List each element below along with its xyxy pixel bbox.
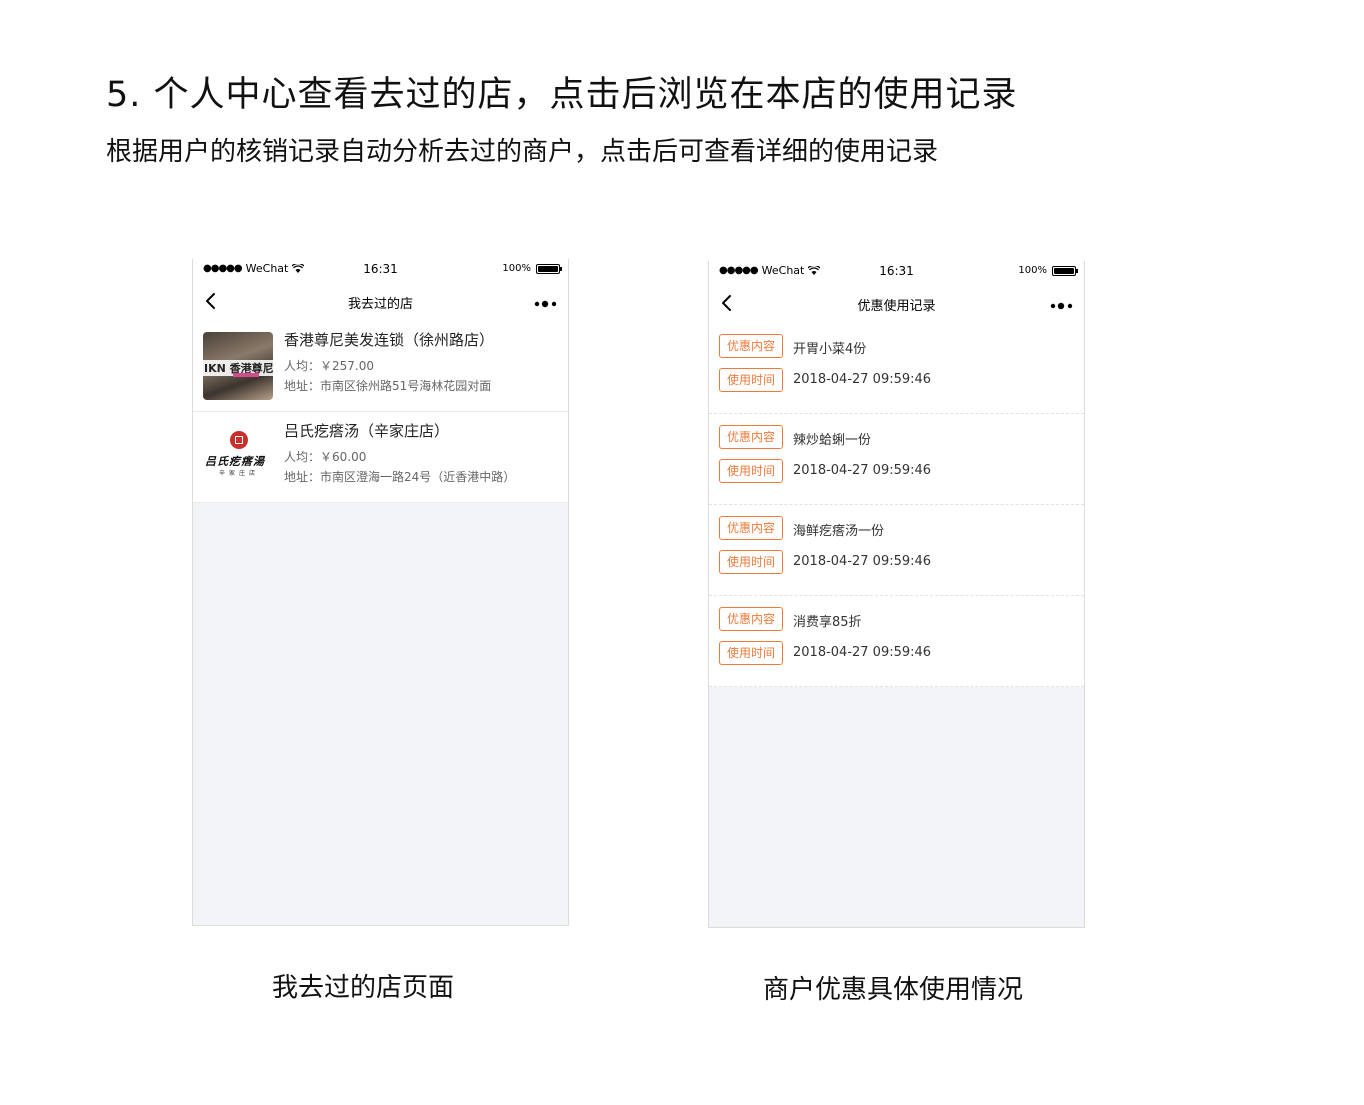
record-item: 优惠内容 辣炒蛤蜊一份 使用时间 2018-04-27 09:59:46 xyxy=(709,414,1084,505)
shop-name: 吕氏疙瘩汤（辛家庄店） xyxy=(284,422,450,440)
more-button[interactable] xyxy=(1050,297,1074,310)
shop-average-price: 人均：￥60.00 xyxy=(284,450,367,464)
battery-percent: 100% xyxy=(502,263,531,274)
usage-time: 2018-04-27 09:59:46 xyxy=(793,645,932,660)
shop-list-item[interactable]: IKN 香港尊尼 香港尊尼美发连锁（徐州路店） 人均：￥257.00 地址：市南… xyxy=(193,321,568,412)
usage-time: 2018-04-27 09:59:46 xyxy=(793,554,932,569)
discount-content-tag: 优惠内容 xyxy=(719,425,783,449)
status-bar: ●●●●● WeChat 16:31 100% xyxy=(709,261,1084,283)
nav-title: 优惠使用记录 xyxy=(857,299,936,314)
usage-time: 2018-04-27 09:59:46 xyxy=(793,463,932,478)
shop-thumbnail-subtext: 辛家庄店 xyxy=(219,470,260,477)
battery-icon xyxy=(536,263,562,274)
shop-thumbnail-logo: 吕氏疙瘩湯 xyxy=(205,455,265,468)
discount-content: 辣炒蛤蜊一份 xyxy=(793,433,872,448)
discount-content: 开胃小菜4份 xyxy=(793,342,867,357)
shop-address: 地址：市南区徐州路51号海林花园对面 xyxy=(284,379,492,393)
nav-bar: 优惠使用记录 xyxy=(709,283,1084,323)
phone-visited-shops: ●●●●● WeChat 16:31 100% 我去过的店 IKN 香港尊尼 香… xyxy=(192,259,569,926)
nav-bar: 我去过的店 xyxy=(193,281,568,321)
usage-time-tag: 使用时间 xyxy=(719,550,783,574)
shop-thumbnail-badge xyxy=(233,373,259,377)
record-item: 优惠内容 开胃小菜4份 使用时间 2018-04-27 09:59:46 xyxy=(709,323,1084,414)
page-title: 5. 个人中心查看去过的店，点击后浏览在本店的使用记录 xyxy=(106,75,1018,115)
discount-content-tag: 优惠内容 xyxy=(719,607,783,631)
usage-time-tag: 使用时间 xyxy=(719,641,783,665)
discount-content: 消费享85折 xyxy=(793,615,862,630)
usage-time-tag: 使用时间 xyxy=(719,459,783,483)
page-subtitle: 根据用户的核销记录自动分析去过的商户，点击后可查看详细的使用记录 xyxy=(106,137,939,167)
more-dots-icon xyxy=(1050,302,1073,310)
caption-visited-shops: 我去过的店页面 xyxy=(272,973,455,1003)
shop-thumbnail: IKN 香港尊尼 xyxy=(203,332,273,400)
more-button[interactable] xyxy=(534,295,558,308)
discount-content-tag: 优惠内容 xyxy=(719,334,783,358)
usage-time: 2018-04-27 09:59:46 xyxy=(793,372,932,387)
phone-discount-records: ●●●●● WeChat 16:31 100% 优惠使用记录 优惠内容 开胃小菜… xyxy=(708,261,1085,928)
shop-address: 地址：市南区澄海一路24号（近香港中路） xyxy=(284,470,516,484)
shop-name: 香港尊尼美发连锁（徐州路店） xyxy=(284,331,495,349)
discount-content-tag: 优惠内容 xyxy=(719,516,783,540)
more-dots-icon xyxy=(534,300,557,308)
shop-list-item[interactable]: 吕氏疙瘩湯 辛家庄店 吕氏疙瘩汤（辛家庄店） 人均：￥60.00 地址：市南区澄… xyxy=(193,412,568,503)
battery-percent: 100% xyxy=(1018,265,1047,276)
caption-discount-records: 商户优惠具体使用情况 xyxy=(763,975,1024,1005)
usage-time-tag: 使用时间 xyxy=(719,368,783,392)
seal-icon xyxy=(230,431,248,449)
nav-title: 我去过的店 xyxy=(347,297,413,312)
record-item: 优惠内容 消费享85折 使用时间 2018-04-27 09:59:46 xyxy=(709,596,1084,687)
discount-content: 海鲜疙瘩汤一份 xyxy=(793,524,885,539)
record-item: 优惠内容 海鲜疙瘩汤一份 使用时间 2018-04-27 09:59:46 xyxy=(709,505,1084,596)
shop-thumbnail: 吕氏疙瘩湯 辛家庄店 xyxy=(203,423,273,491)
shop-average-price: 人均：￥257.00 xyxy=(284,359,374,373)
battery-icon xyxy=(1052,265,1078,276)
status-bar: ●●●●● WeChat 16:31 100% xyxy=(193,259,568,281)
